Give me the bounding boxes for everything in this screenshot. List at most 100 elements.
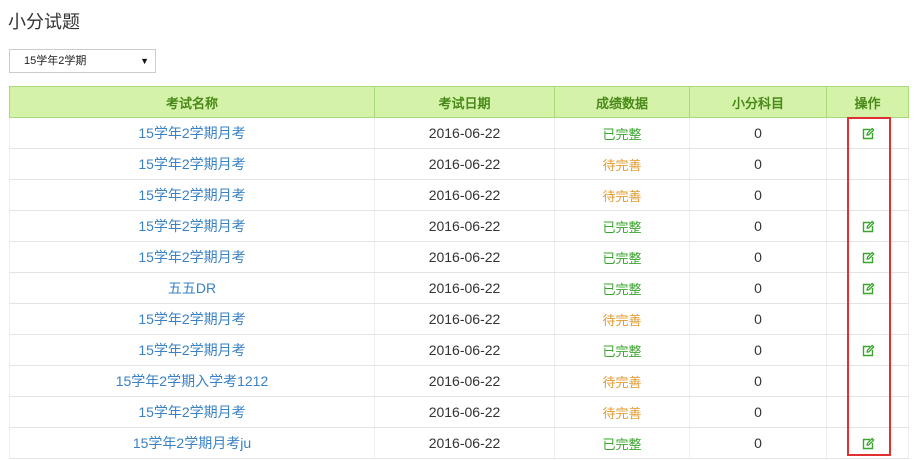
edit-icon[interactable] bbox=[861, 127, 875, 141]
score-status-cell: 待完善 bbox=[554, 365, 690, 397]
exam-name-link[interactable]: 15学年2学期月考 bbox=[138, 404, 245, 420]
subscore-count-cell: 0 bbox=[689, 396, 827, 428]
score-status-cell: 已完整 bbox=[554, 210, 690, 242]
status-badge: 待完善 bbox=[602, 312, 642, 328]
status-badge: 待完善 bbox=[602, 157, 642, 173]
actions-cell bbox=[826, 427, 909, 459]
subscore-count-cell: 0 bbox=[689, 365, 827, 397]
actions-cell bbox=[826, 241, 909, 273]
status-badge: 已完整 bbox=[602, 219, 642, 235]
exam-name-cell: 15学年2学期月考 bbox=[9, 179, 375, 211]
caret-down-icon: ▼ bbox=[140, 56, 149, 66]
subscore-count-cell: 0 bbox=[689, 241, 827, 273]
header-exam-date: 考试日期 bbox=[374, 86, 555, 118]
score-status-cell: 已完整 bbox=[554, 117, 690, 149]
table-row: 15学年2学期月考 2016-06-22 待完善 0 bbox=[9, 179, 909, 211]
subscore-count-cell: 0 bbox=[689, 179, 827, 211]
exam-name-cell: 15学年2学期月考 bbox=[9, 148, 375, 180]
actions-cell bbox=[826, 334, 909, 366]
exam-name-cell: 15学年2学期月考ju bbox=[9, 427, 375, 459]
exam-name-link[interactable]: 15学年2学期入学考1212 bbox=[116, 373, 269, 389]
score-status-cell: 已完整 bbox=[554, 427, 690, 459]
exam-date-cell: 2016-06-22 bbox=[374, 272, 555, 304]
table-row: 15学年2学期月考 2016-06-22 待完善 0 bbox=[9, 396, 909, 428]
exam-name-link[interactable]: 15学年2学期月考 bbox=[138, 187, 245, 203]
status-badge: 待完善 bbox=[602, 405, 642, 421]
table-row: 15学年2学期月考 2016-06-22 已完整 0 bbox=[9, 241, 909, 273]
status-badge: 待完善 bbox=[602, 188, 642, 204]
table-row: 15学年2学期月考 2016-06-22 已完整 0 bbox=[9, 117, 909, 149]
status-badge: 已完整 bbox=[602, 343, 642, 359]
actions-cell bbox=[826, 148, 909, 180]
table-row: 15学年2学期月考 2016-06-22 已完整 0 bbox=[9, 334, 909, 366]
exam-name-link[interactable]: 15学年2学期月考 bbox=[138, 156, 245, 172]
exam-date-cell: 2016-06-22 bbox=[374, 427, 555, 459]
exam-name-cell: 15学年2学期月考 bbox=[9, 396, 375, 428]
exam-name-cell: 15学年2学期月考 bbox=[9, 210, 375, 242]
table-row: 五五DR 2016-06-22 已完整 0 bbox=[9, 272, 909, 304]
table-header-row: 考试名称 考试日期 成绩数据 小分科目 操作 bbox=[9, 86, 909, 118]
exam-date-cell: 2016-06-22 bbox=[374, 303, 555, 335]
actions-cell bbox=[826, 365, 909, 397]
header-score-data: 成绩数据 bbox=[554, 86, 690, 118]
exam-date-cell: 2016-06-22 bbox=[374, 365, 555, 397]
exam-name-cell: 15学年2学期月考 bbox=[9, 241, 375, 273]
exam-name-link[interactable]: 五五DR bbox=[168, 280, 216, 296]
status-badge: 待完善 bbox=[602, 374, 642, 390]
exam-name-cell: 五五DR bbox=[9, 272, 375, 304]
exam-name-link[interactable]: 15学年2学期月考 bbox=[138, 218, 245, 234]
exam-name-link[interactable]: 15学年2学期月考ju bbox=[133, 435, 251, 451]
header-subscore-subjects: 小分科目 bbox=[689, 86, 827, 118]
exam-table: 考试名称 考试日期 成绩数据 小分科目 操作 15学年2学期月考 2016-06-… bbox=[9, 86, 909, 459]
score-status-cell: 已完整 bbox=[554, 241, 690, 273]
subscore-count-cell: 0 bbox=[689, 427, 827, 459]
table-row: 15学年2学期入学考1212 2016-06-22 待完善 0 bbox=[9, 365, 909, 397]
exam-name-cell: 15学年2学期月考 bbox=[9, 117, 375, 149]
exam-name-cell: 15学年2学期月考 bbox=[9, 334, 375, 366]
table-body: 15学年2学期月考 2016-06-22 已完整 0 15学年2学期月考 2016-06-… bbox=[9, 117, 909, 459]
actions-cell bbox=[826, 396, 909, 428]
exam-date-cell: 2016-06-22 bbox=[374, 117, 555, 149]
edit-icon[interactable] bbox=[861, 437, 875, 451]
exam-name-cell: 15学年2学期月考 bbox=[9, 303, 375, 335]
edit-icon[interactable] bbox=[861, 220, 875, 234]
actions-cell bbox=[826, 303, 909, 335]
actions-cell bbox=[826, 210, 909, 242]
exam-name-cell: 15学年2学期入学考1212 bbox=[9, 365, 375, 397]
score-status-cell: 待完善 bbox=[554, 148, 690, 180]
page-title: 小分试题 bbox=[8, 12, 80, 32]
exam-date-cell: 2016-06-22 bbox=[374, 334, 555, 366]
semester-select[interactable]: 15学年2学期 ▼ bbox=[9, 49, 156, 73]
edit-icon[interactable] bbox=[861, 344, 875, 358]
exam-date-cell: 2016-06-22 bbox=[374, 210, 555, 242]
exam-date-cell: 2016-06-22 bbox=[374, 148, 555, 180]
subscore-count-cell: 0 bbox=[689, 210, 827, 242]
score-status-cell: 待完善 bbox=[554, 303, 690, 335]
table-row: 15学年2学期月考 2016-06-22 待完善 0 bbox=[9, 148, 909, 180]
status-badge: 已完整 bbox=[602, 126, 642, 142]
subscore-count-cell: 0 bbox=[689, 334, 827, 366]
status-badge: 已完整 bbox=[602, 436, 642, 452]
actions-cell bbox=[826, 117, 909, 149]
exam-name-link[interactable]: 15学年2学期月考 bbox=[138, 342, 245, 358]
subscore-count-cell: 0 bbox=[689, 303, 827, 335]
exam-name-link[interactable]: 15学年2学期月考 bbox=[138, 125, 245, 141]
subscore-count-cell: 0 bbox=[689, 117, 827, 149]
edit-icon[interactable] bbox=[861, 251, 875, 265]
actions-cell bbox=[826, 179, 909, 211]
table-row: 15学年2学期月考ju 2016-06-22 已完整 0 bbox=[9, 427, 909, 459]
subscore-count-cell: 0 bbox=[689, 148, 827, 180]
exam-name-link[interactable]: 15学年2学期月考 bbox=[138, 311, 245, 327]
table-row: 15学年2学期月考 2016-06-22 待完善 0 bbox=[9, 303, 909, 335]
score-status-cell: 待完善 bbox=[554, 396, 690, 428]
header-actions: 操作 bbox=[826, 86, 909, 118]
status-badge: 已完整 bbox=[602, 250, 642, 266]
exam-name-link[interactable]: 15学年2学期月考 bbox=[138, 249, 245, 265]
edit-icon[interactable] bbox=[861, 282, 875, 296]
table-row: 15学年2学期月考 2016-06-22 已完整 0 bbox=[9, 210, 909, 242]
exam-date-cell: 2016-06-22 bbox=[374, 179, 555, 211]
actions-cell bbox=[826, 272, 909, 304]
score-status-cell: 已完整 bbox=[554, 334, 690, 366]
score-status-cell: 已完整 bbox=[554, 272, 690, 304]
header-exam-name: 考试名称 bbox=[9, 86, 375, 118]
